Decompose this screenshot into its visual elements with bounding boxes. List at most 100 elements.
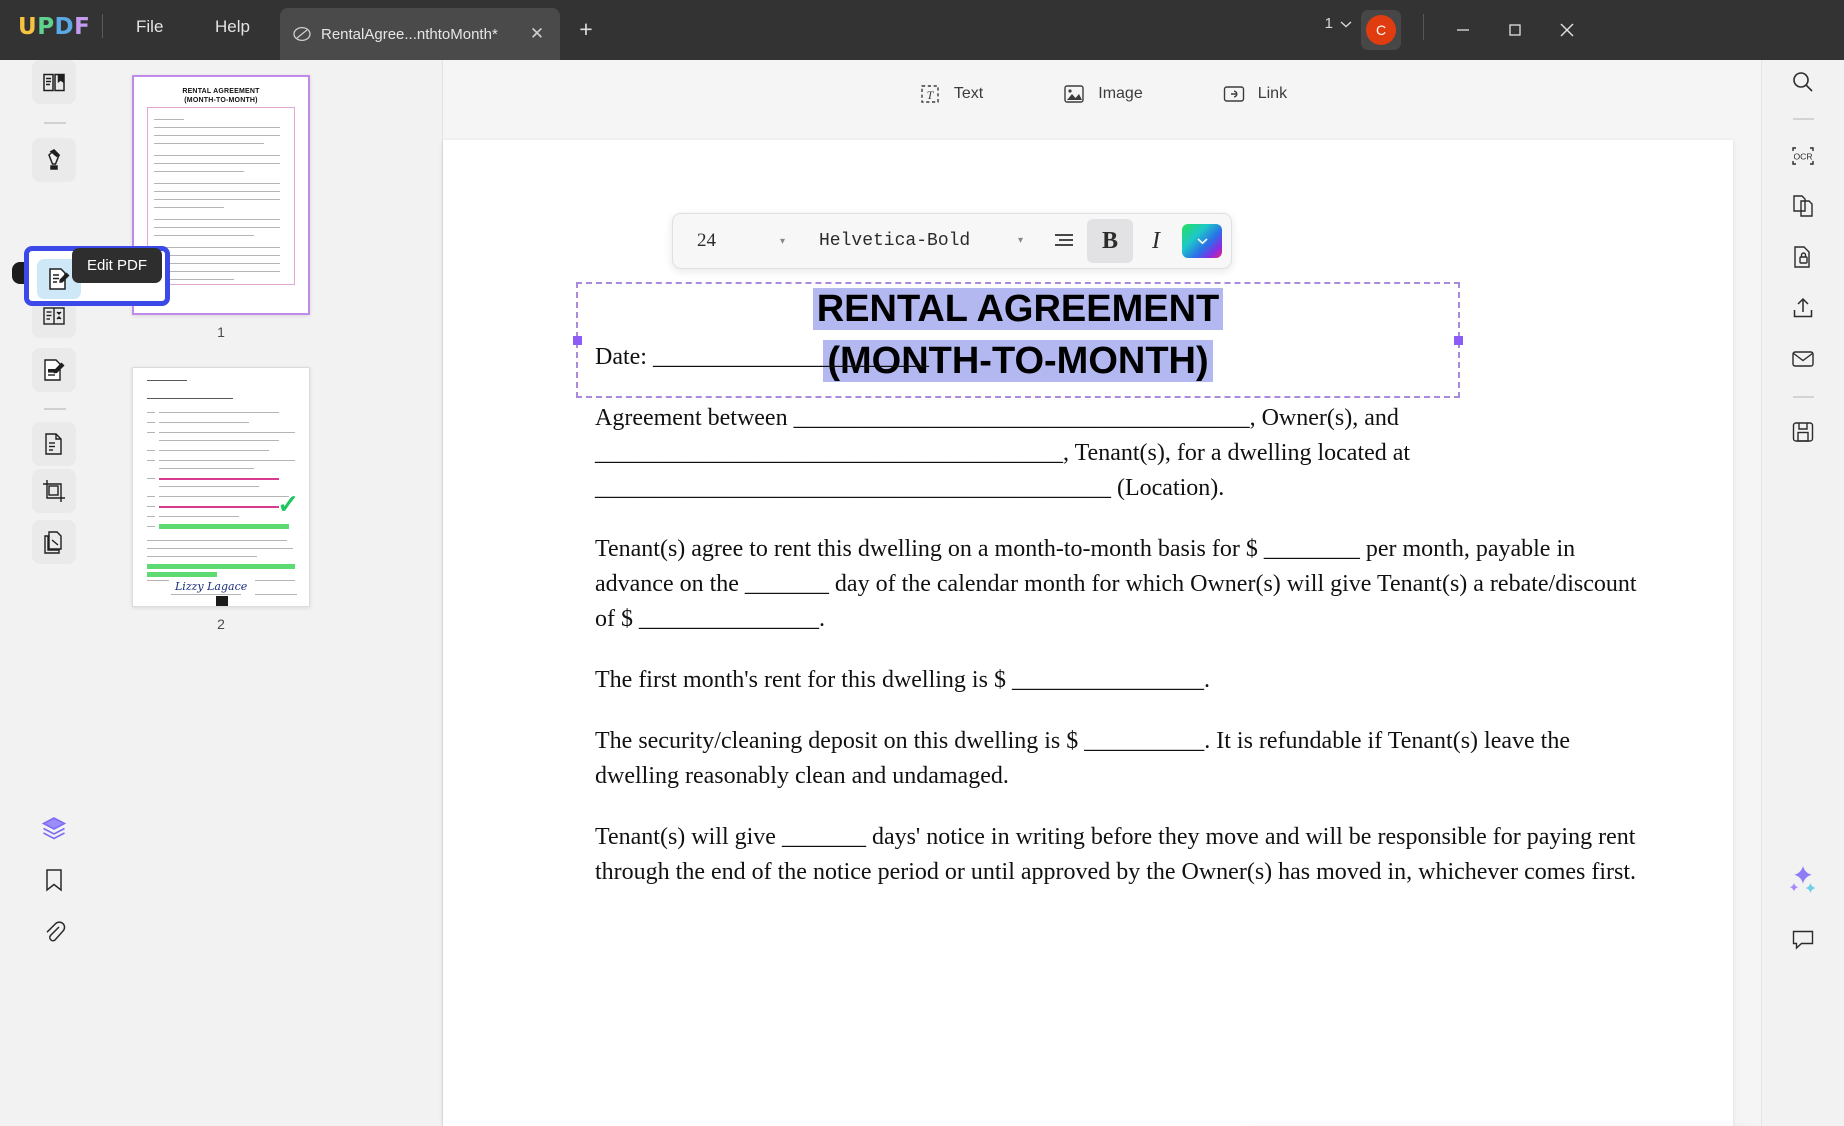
doc-paragraph-notice: Tenant(s) will give _______ days' notice… xyxy=(595,820,1655,890)
text-color-button[interactable] xyxy=(1179,219,1225,263)
avatar: C xyxy=(1366,15,1396,45)
protect-icon xyxy=(1790,244,1816,270)
window-count-value: 1 xyxy=(1325,15,1333,32)
updf-app-window: UPDF File Help RentalAgree...nthtoMonth*… xyxy=(0,0,1844,1126)
thumbnail-1-heading: RENTAL AGREEMENT (MONTH-TO-MONTH) xyxy=(134,87,308,105)
mail-button[interactable] xyxy=(1781,337,1825,381)
compare-button[interactable] xyxy=(1781,184,1825,228)
tab-close-icon[interactable]: ✕ xyxy=(526,23,548,45)
attachment-icon xyxy=(41,919,67,945)
title-bar: UPDF File Help RentalAgree...nthtoMonth*… xyxy=(0,0,1844,60)
search-icon xyxy=(1790,69,1816,95)
tool-link[interactable]: Link xyxy=(1213,76,1295,112)
doc-paragraph-date: Date: _______________________ xyxy=(595,340,1655,375)
rail-divider-2 xyxy=(44,408,66,410)
text-format-toolbar: 24 ▾ Helvetica-Bold ▾ B xyxy=(672,213,1232,269)
italic-button[interactable]: I xyxy=(1133,219,1179,263)
user-avatar-button[interactable]: C xyxy=(1361,10,1401,50)
sidebar-item-reader[interactable] xyxy=(32,60,76,104)
sidebar-item-crop[interactable] xyxy=(32,469,76,513)
close-window-button[interactable] xyxy=(1546,10,1588,50)
ocr-icon: OCR xyxy=(1790,143,1816,169)
sidebar-item-batch[interactable] xyxy=(32,520,76,564)
doc-paragraph-agreement: Agreement between ______________________… xyxy=(595,401,1655,506)
protect-button[interactable] xyxy=(1781,235,1825,279)
search-button[interactable] xyxy=(1781,60,1825,104)
link-icon xyxy=(1221,81,1247,107)
thumbnail-2-label: 2 xyxy=(132,616,310,632)
thumbnail-panel: RENTAL AGREEMENT (MONTH-TO-MONTH) xyxy=(108,60,443,1126)
tab-title: RentalAgree...nthtoMonth* xyxy=(321,26,526,43)
comment-icon xyxy=(1790,926,1816,952)
tool-link-label: Link xyxy=(1258,85,1287,103)
bookmark-icon xyxy=(41,867,67,893)
logo-letter-d: D xyxy=(55,14,75,40)
right-rail-divider-1 xyxy=(1793,118,1814,120)
tool-image[interactable]: Image xyxy=(1053,76,1150,112)
convert-pdf-icon xyxy=(41,431,67,457)
menu-help[interactable]: Help xyxy=(205,13,260,41)
edit-mode-toolbar: T Text Image xyxy=(443,60,1761,128)
font-size-value: 24 xyxy=(697,230,716,252)
ai-assistant-icon xyxy=(1786,863,1820,897)
ai-assistant-button[interactable] xyxy=(1783,860,1823,900)
font-family-value: Helvetica-Bold xyxy=(819,231,970,251)
sidebar-item-bookmark[interactable] xyxy=(32,858,76,902)
logo-letter-u: U xyxy=(18,14,37,40)
cloud-save-icon xyxy=(1790,419,1816,445)
font-size-selector[interactable]: 24 ▾ xyxy=(673,214,803,268)
share-button[interactable] xyxy=(1781,286,1825,330)
doc-paragraph-rent: Tenant(s) agree to rent this dwelling on… xyxy=(595,532,1655,637)
align-button[interactable] xyxy=(1041,219,1087,263)
maximize-button[interactable] xyxy=(1494,10,1536,50)
text-box-icon: T xyxy=(917,81,943,107)
main-content-area: T Text Image xyxy=(443,60,1761,1126)
minimize-button[interactable] xyxy=(1442,10,1484,50)
panel-collapse-handle[interactable] xyxy=(12,262,24,284)
thumbnail-2-checkmark-icon: ✓ xyxy=(277,489,299,520)
font-size-caret-icon: ▾ xyxy=(780,236,785,247)
document-tab[interactable]: RentalAgree...nthtoMonth* ✕ xyxy=(280,8,560,60)
logo-divider xyxy=(102,14,103,38)
tool-text[interactable]: T Text xyxy=(909,76,991,112)
ocr-batch-icon xyxy=(41,529,67,555)
bold-button[interactable]: B xyxy=(1087,219,1133,263)
crop-page-icon xyxy=(41,478,67,504)
cloud-save-button[interactable] xyxy=(1781,410,1825,454)
sidebar-item-attachment[interactable] xyxy=(32,910,76,954)
new-tab-button[interactable]: + xyxy=(573,16,599,42)
thumbnail-image-2[interactable]: ✓ Lizzy Lagace xyxy=(132,367,310,607)
image-icon xyxy=(1061,81,1087,107)
rail-divider-1 xyxy=(44,122,66,124)
document-body[interactable]: Date: _______________________ Agreement … xyxy=(595,340,1655,916)
compare-icon xyxy=(1790,193,1816,219)
doc-paragraph-first-month: The first month's rent for this dwelling… xyxy=(595,663,1655,698)
pdf-doc-icon xyxy=(292,24,312,44)
updf-logo: UPDF xyxy=(18,14,90,40)
thumbnail-1-label: 1 xyxy=(132,324,310,340)
comment-button[interactable] xyxy=(1781,917,1825,961)
svg-text:T: T xyxy=(927,88,935,102)
svg-text:OCR: OCR xyxy=(1793,152,1812,162)
sidebar-item-layers[interactable] xyxy=(32,806,76,850)
ocr-button[interactable]: OCR xyxy=(1781,134,1825,178)
sidebar-item-convert-pdf[interactable] xyxy=(32,422,76,466)
thumbnail-2-signature: Lizzy Lagace xyxy=(175,580,247,593)
font-family-caret-icon: ▾ xyxy=(1018,235,1023,247)
document-scroll-area[interactable]: RENTAL AGREEMENT (MONTH-TO-MONTH) Date: … xyxy=(443,128,1761,1126)
menu-file[interactable]: File xyxy=(126,13,173,41)
pdf-page-1[interactable]: RENTAL AGREEMENT (MONTH-TO-MONTH) Date: … xyxy=(443,140,1733,1126)
window-count-selector[interactable]: 1 xyxy=(1325,15,1352,32)
thumbnail-2-stamp xyxy=(216,596,228,607)
edit-pdf-tooltip: Edit PDF xyxy=(72,248,162,283)
chevron-down-icon xyxy=(1340,20,1352,28)
color-picker-icon xyxy=(1182,224,1222,258)
font-family-selector[interactable]: Helvetica-Bold ▾ xyxy=(803,214,1041,268)
logo-letter-p: P xyxy=(37,14,54,40)
right-rail-divider-2 xyxy=(1793,396,1814,398)
sidebar-item-annotate[interactable] xyxy=(32,138,76,182)
thumbnail-page-2[interactable]: ✓ Lizzy Lagace 2 xyxy=(132,367,310,632)
sidebar-item-prepare-form[interactable] xyxy=(32,348,76,392)
form-fill-icon xyxy=(41,357,67,383)
align-right-icon xyxy=(1052,231,1076,251)
